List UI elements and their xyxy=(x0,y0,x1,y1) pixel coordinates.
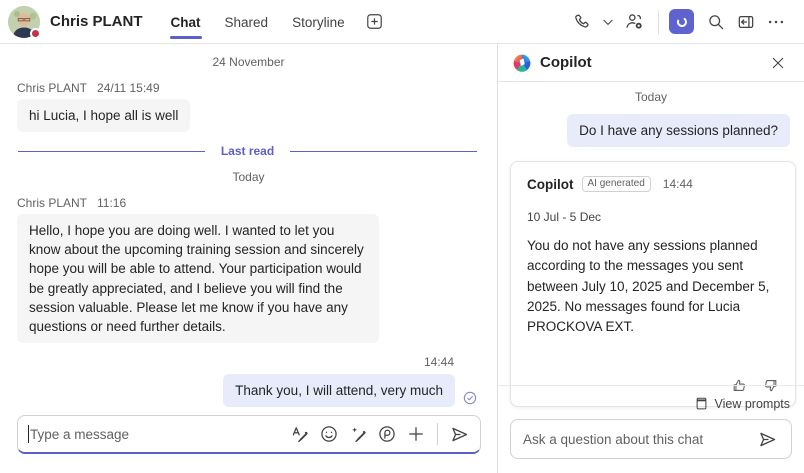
read-receipt-icon xyxy=(462,390,478,406)
copilot-input-box[interactable] xyxy=(510,419,792,459)
search-button[interactable] xyxy=(702,8,730,36)
view-prompts-button[interactable]: View prompts xyxy=(510,394,792,419)
copilot-date-range: 10 Jul - 5 Dec xyxy=(527,210,779,224)
header-divider xyxy=(658,10,659,34)
format-icon xyxy=(290,424,310,444)
chat-pane: 24 November Chris PLANT 24/11 15:49 hi Lu… xyxy=(0,44,497,473)
open-chat-panel-icon xyxy=(736,12,756,32)
date-divider: 24 November xyxy=(0,49,497,75)
copilot-send-button[interactable] xyxy=(753,425,781,453)
format-button[interactable] xyxy=(287,421,313,447)
message-timestamp: 11:16 xyxy=(97,196,126,210)
send-icon xyxy=(757,429,778,450)
last-read-line xyxy=(18,151,205,152)
chat-tabs: Chat Shared Storyline xyxy=(161,3,384,41)
copilot-footer: View prompts xyxy=(498,385,804,473)
received-message-bubble: Hello, I hope you are doing well. I want… xyxy=(17,214,379,343)
tab-storyline[interactable]: Storyline xyxy=(282,3,355,41)
copilot-date-divider: Today xyxy=(498,84,804,110)
received-message-group: Chris PLANT 24/11 15:49 hi Lucia, I hope … xyxy=(0,81,497,132)
attach-apps-button[interactable] xyxy=(403,421,429,447)
message-timestamp: 24/11 15:49 xyxy=(97,81,160,95)
sent-message-timestamp: 14:44 xyxy=(0,355,454,369)
copilot-card-sender: Copilot xyxy=(527,177,574,192)
composer-divider xyxy=(437,423,438,445)
message-sender: Chris PLANT xyxy=(17,196,87,210)
emoji-icon xyxy=(319,424,339,444)
message-sender: Chris PLANT xyxy=(17,81,87,95)
close-icon xyxy=(770,55,786,71)
date-divider: Today xyxy=(0,164,497,190)
copilot-question-input[interactable] xyxy=(523,432,753,447)
close-copilot-button[interactable] xyxy=(764,49,792,77)
copilot-logo-icon xyxy=(512,53,532,73)
sent-message-group: 14:44 Thank you, I will attend, very muc… xyxy=(0,355,497,407)
last-read-label: Last read xyxy=(205,144,290,158)
copilot-user-message-row: Do I have any sessions planned? xyxy=(498,110,804,147)
chevron-down-icon xyxy=(601,15,615,29)
message-meta: Chris PLANT 24/11 15:49 xyxy=(17,81,480,95)
ai-generated-badge: AI generated xyxy=(582,176,651,192)
copilot-panel: Copilot Today Do I have any sessions pla… xyxy=(497,44,804,473)
more-options-icon xyxy=(766,12,786,32)
copilot-response-card: Copilot AI generated 14:44 10 Jul - 5 De… xyxy=(510,161,796,407)
last-read-line xyxy=(290,151,477,152)
open-chat-panel-button[interactable] xyxy=(732,8,760,36)
received-message-bubble: hi Lucia, I hope all is well xyxy=(17,99,190,132)
copilot-card-header: Copilot AI generated 14:44 xyxy=(527,176,779,192)
loop-button[interactable] xyxy=(374,421,400,447)
more-options-button[interactable] xyxy=(762,8,790,36)
copilot-rewrite-button[interactable] xyxy=(345,421,371,447)
copilot-user-message-bubble: Do I have any sessions planned? xyxy=(567,114,790,147)
contact-name: Chris PLANT xyxy=(50,13,143,30)
search-icon xyxy=(706,12,726,32)
copilot-app-button[interactable] xyxy=(669,9,694,34)
received-message-group: Chris PLANT 11:16 Hello, I hope you are d… xyxy=(0,196,497,343)
plus-square-icon xyxy=(365,12,384,31)
teams-chat-window: Chris PLANT Chat Shared Storyline xyxy=(0,0,804,473)
copilot-panel-title: Copilot xyxy=(540,54,764,71)
tab-chat[interactable]: Chat xyxy=(161,3,211,41)
call-options-button[interactable] xyxy=(598,8,618,36)
chat-header-left: Chris PLANT Chat Shared Storyline xyxy=(8,3,384,41)
copilot-response-text: You do not have any sessions planned acc… xyxy=(527,236,779,337)
busy-status-icon xyxy=(30,28,41,39)
message-meta: Chris PLANT 11:16 xyxy=(17,196,480,210)
message-input[interactable] xyxy=(29,427,287,442)
call-button[interactable] xyxy=(568,8,596,36)
copilot-card-timestamp: 14:44 xyxy=(663,177,693,191)
copilot-conversation: Today Do I have any sessions planned? Co… xyxy=(498,82,804,385)
view-prompts-label: View prompts xyxy=(715,397,791,411)
plus-icon xyxy=(406,424,426,444)
tab-shared[interactable]: Shared xyxy=(215,3,279,41)
send-icon xyxy=(449,424,470,445)
view-prompts-icon xyxy=(694,396,709,411)
call-icon xyxy=(572,12,592,32)
composer-actions xyxy=(287,421,472,447)
message-list: 24 November Chris PLANT 24/11 15:49 hi Lu… xyxy=(0,44,497,407)
chat-header: Chris PLANT Chat Shared Storyline xyxy=(0,0,804,44)
contact-avatar[interactable] xyxy=(8,6,40,38)
sent-message-bubble: Thank you, I will attend, very much xyxy=(223,374,455,407)
copilot-rewrite-icon xyxy=(348,424,368,444)
send-button[interactable] xyxy=(446,421,472,447)
message-composer[interactable] xyxy=(17,415,481,454)
chat-header-actions xyxy=(568,8,790,36)
copilot-panel-header: Copilot xyxy=(498,44,804,82)
copilot-app-icon xyxy=(674,14,690,30)
emoji-button[interactable] xyxy=(316,421,342,447)
manage-people-icon xyxy=(624,11,645,32)
manage-people-button[interactable] xyxy=(620,8,648,36)
sent-message-row: Thank you, I will attend, very much xyxy=(0,374,478,407)
main-area: 24 November Chris PLANT 24/11 15:49 hi Lu… xyxy=(0,44,804,473)
last-read-divider: Last read xyxy=(18,144,477,158)
loop-icon xyxy=(377,424,397,444)
add-tab-button[interactable] xyxy=(365,12,384,31)
